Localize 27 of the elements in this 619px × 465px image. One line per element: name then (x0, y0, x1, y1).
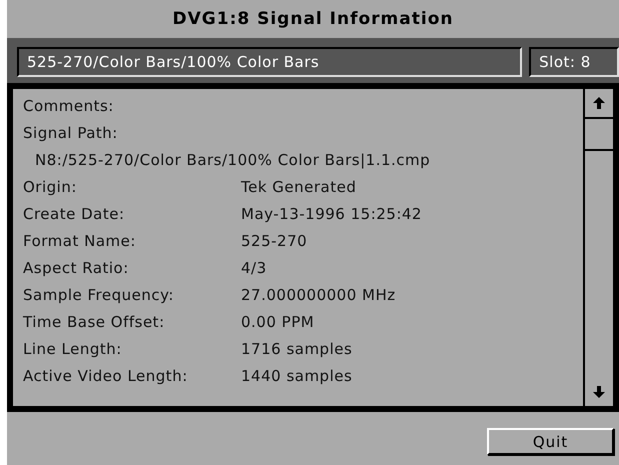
field-label: Time Base Offset: (23, 312, 166, 330)
scroll-down-icon[interactable] (593, 386, 605, 398)
field-value: May-13-1996 15:25:42 (241, 204, 422, 222)
field-label: Signal Path: (23, 124, 119, 142)
field-value: 1440 samples (241, 366, 352, 384)
field-label: Line Length: (23, 340, 123, 358)
field-value: 1716 samples (241, 340, 352, 358)
signal-name-field: 525-270/Color Bars/100% Color Bars (17, 47, 522, 77)
field-label: Aspect Ratio: (23, 258, 130, 276)
field-label: Sample Frequency: (23, 286, 175, 304)
field-label: Format Name: (23, 232, 137, 250)
field-value: 0.00 PPM (241, 312, 314, 330)
window-title: DVG1:8 Signal Information (172, 9, 454, 29)
field-value: 27.000000000 MHz (241, 286, 396, 304)
field-label: Create Date: (23, 204, 126, 222)
scrollbar[interactable] (583, 89, 613, 406)
field-value: N8:/525-270/Color Bars/100% Color Bars|1.1.cmp (34, 150, 430, 168)
field-value: 525-270 (241, 232, 308, 250)
field-label: Comments: (23, 96, 115, 114)
field-label: Origin: (23, 178, 78, 196)
field-label: Active Video Length: (23, 366, 189, 384)
quit-button[interactable]: Quit (487, 428, 614, 455)
field-value: 4/3 (241, 258, 267, 276)
slot-field: Slot: 8 (529, 47, 619, 77)
scroll-up-icon[interactable] (593, 97, 605, 109)
scroll-thumb[interactable] (585, 117, 613, 151)
field-value: Tek Generated (241, 178, 356, 196)
